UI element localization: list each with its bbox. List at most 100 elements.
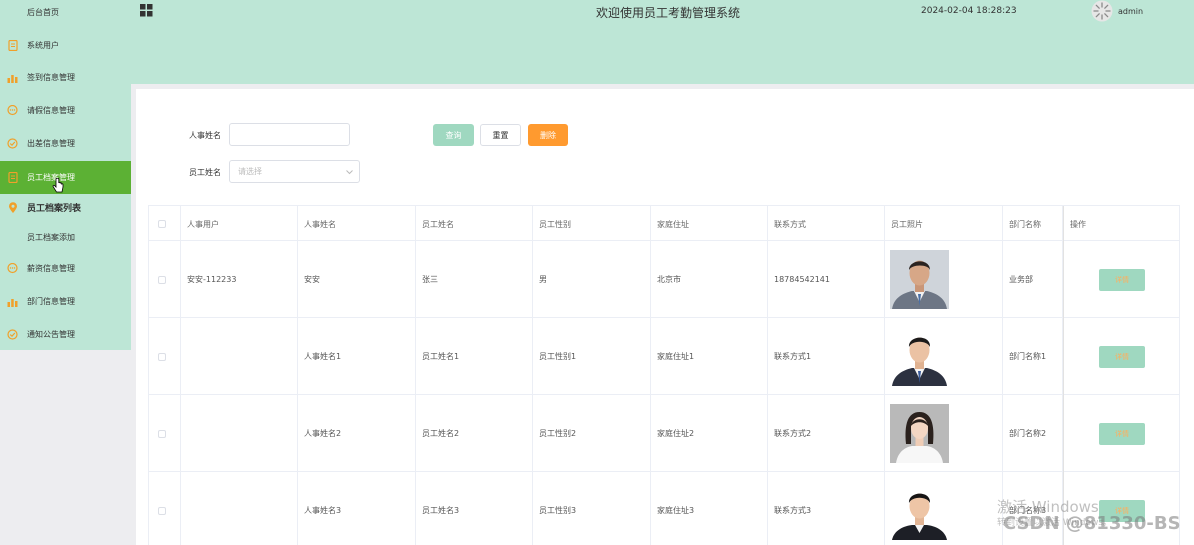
sidebar: 后台首页 系统用户 签到信息管理 请假信息管理 出差信息管理 员工档案管理 员工…	[0, 0, 131, 350]
bar-chart-icon	[7, 72, 18, 83]
column-header[interactable]: 人事姓名	[298, 206, 416, 242]
row-checkbox[interactable]	[158, 506, 166, 515]
hand-cursor-icon	[52, 178, 64, 193]
hr-user-cell	[181, 395, 298, 472]
hr-name-label: 人事姓名	[189, 131, 221, 140]
sidebar-item-label: 后台首页	[27, 8, 59, 17]
gender-cell: 员工性别2	[533, 395, 651, 472]
chat-icon	[7, 263, 18, 274]
sidebar-item-employee-archive[interactable]: 员工档案管理	[0, 161, 131, 194]
sidebar-item-label: 签到信息管理	[27, 73, 75, 82]
photo-cell	[885, 318, 1003, 395]
photo-cell	[885, 395, 1003, 472]
hr-name-cell: 人事姓名3	[298, 472, 416, 545]
sidebar-item-label: 薪资信息管理	[27, 264, 75, 273]
detail-button[interactable]: 详情	[1099, 345, 1145, 368]
column-header[interactable]: 家庭住址	[651, 206, 768, 242]
photo-cell	[885, 472, 1003, 545]
csdn-watermark: CSDN @81330-BS	[1003, 513, 1181, 534]
employee-name-cell: 张三	[416, 241, 533, 318]
employee-photo	[890, 404, 949, 463]
row-checkbox[interactable]	[158, 352, 166, 361]
employee-name-cell: 员工姓名1	[416, 318, 533, 395]
check-circle-icon	[7, 138, 18, 149]
select-all-checkbox[interactable]	[158, 220, 166, 228]
gender-cell: 男	[533, 241, 651, 318]
column-header[interactable]: 员工照片	[885, 206, 1003, 242]
app-title: 欢迎使用员工考勤管理系统	[596, 6, 741, 20]
employee-name-select[interactable]: 请选择	[229, 160, 360, 183]
sidebar-item-label: 出差信息管理	[27, 139, 75, 148]
hr-name-input[interactable]	[229, 123, 350, 146]
sidebar-item-label: 员工档案添加	[27, 233, 75, 242]
employee-archive-table: 人事用户 人事姓名 员工姓名 员工性别 家庭住址 联系方式 员工照片 部门名称 …	[148, 205, 1180, 545]
department-cell: 部门名称1	[1003, 318, 1063, 395]
employee-name-label: 员工姓名	[189, 168, 221, 177]
table-header: 人事用户 人事姓名 员工姓名 员工性别 家庭住址 联系方式 员工照片 部门名称 …	[149, 205, 1179, 242]
chat-icon	[7, 105, 18, 116]
hr-user-cell	[181, 472, 298, 545]
hr-name-cell: 安安	[298, 241, 416, 318]
hr-name-cell: 人事姓名2	[298, 395, 416, 472]
table-row: 安安-112233 安安 张三 男 北京市 18784542141 业务部 详情	[149, 241, 1179, 318]
sidebar-item-label: 请假信息管理	[27, 106, 75, 115]
row-checkbox[interactable]	[158, 275, 166, 284]
sidebar-item-archive-list[interactable]: 员工档案列表	[0, 191, 131, 224]
row-checkbox[interactable]	[158, 429, 166, 438]
employee-name-placeholder: 请选择	[238, 167, 262, 176]
sidebar-item-checkin[interactable]: 签到信息管理	[0, 61, 131, 94]
column-header[interactable]: 联系方式	[768, 206, 885, 242]
column-header[interactable]: 人事用户	[181, 206, 298, 242]
column-header: 操作	[1063, 206, 1179, 242]
detail-button[interactable]: 详情	[1099, 422, 1145, 445]
sidebar-item-label: 部门信息管理	[27, 297, 75, 306]
sidebar-item-business-trip[interactable]: 出差信息管理	[0, 127, 131, 160]
sidebar-item-notice[interactable]: 通知公告管理	[0, 318, 131, 351]
contact-cell: 18784542141	[768, 241, 885, 318]
column-header[interactable]: 部门名称	[1003, 206, 1063, 242]
address-cell: 北京市	[651, 241, 768, 318]
employee-name-cell: 员工姓名2	[416, 395, 533, 472]
hr-user-cell: 安安-112233	[181, 241, 298, 318]
gender-cell: 员工性别1	[533, 318, 651, 395]
document-icon	[7, 40, 18, 51]
detail-button[interactable]: 详情	[1099, 268, 1145, 291]
employee-photo	[890, 481, 949, 540]
employee-photo	[890, 327, 949, 386]
delete-button[interactable]: 删除	[528, 124, 568, 146]
department-cell: 部门名称2	[1003, 395, 1063, 472]
contact-cell: 联系方式1	[768, 318, 885, 395]
contact-cell: 联系方式3	[768, 472, 885, 545]
table-row: 人事姓名2 员工姓名2 员工性别2 家庭住址2 联系方式2 部门名称2 详情	[149, 395, 1179, 472]
column-header[interactable]: 员工姓名	[416, 206, 533, 242]
hr-user-cell	[181, 318, 298, 395]
address-cell: 家庭住址3	[651, 472, 768, 545]
sidebar-item-home[interactable]: 后台首页	[0, 0, 131, 29]
avatar[interactable]	[1091, 0, 1113, 22]
sidebar-item-archive-add[interactable]: 员工档案添加	[0, 221, 131, 254]
employee-photo	[890, 250, 949, 309]
sidebar-item-system-users[interactable]: 系统用户	[0, 29, 131, 62]
grid-menu-icon[interactable]	[140, 4, 153, 17]
check-circle-icon	[7, 329, 18, 340]
sidebar-item-leave[interactable]: 请假信息管理	[0, 94, 131, 127]
sidebar-item-department[interactable]: 部门信息管理	[0, 285, 131, 318]
photo-cell	[885, 241, 1003, 318]
sidebar-item-label: 员工档案管理	[27, 173, 75, 182]
sidebar-item-label: 员工档案列表	[27, 204, 82, 214]
query-button[interactable]: 查询	[433, 124, 474, 146]
department-cell: 业务部	[1003, 241, 1063, 318]
table-row: 人事姓名1 员工姓名1 员工性别1 家庭住址1 联系方式1 部门名称1 详情	[149, 318, 1179, 395]
gender-cell: 员工性别3	[533, 472, 651, 545]
address-cell: 家庭住址2	[651, 395, 768, 472]
column-header[interactable]: 员工性别	[533, 206, 651, 242]
select-all-cell	[149, 206, 181, 242]
document-icon	[7, 172, 18, 183]
hr-name-cell: 人事姓名1	[298, 318, 416, 395]
username[interactable]: admin	[1118, 7, 1143, 16]
sidebar-item-label: 系统用户	[27, 41, 59, 50]
sidebar-item-salary[interactable]: 薪资信息管理	[0, 252, 131, 285]
chevron-down-icon	[346, 170, 353, 175]
reset-button[interactable]: 重置	[480, 124, 521, 146]
home-icon	[7, 7, 18, 18]
